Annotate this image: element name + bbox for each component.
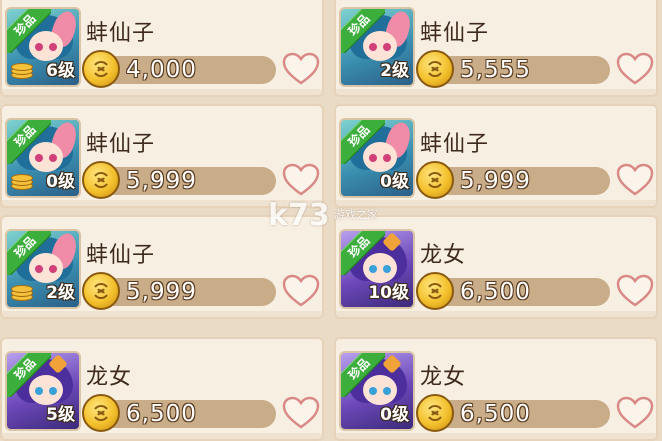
item-level: 2级 [46,283,75,303]
item-price: 5,555 [460,57,531,83]
coin-stack-icon [11,63,33,79]
character-portrait: 珍品 6级 [5,7,81,87]
coin-stack-icon [11,174,33,190]
rare-badge: 珍品 [7,120,51,164]
item-price: 4,000 [126,57,197,83]
item-name: 龙女 [420,365,467,390]
character-portrait: 珍品 5级 [5,351,81,431]
favorite-heart-icon[interactable] [282,396,320,430]
favorite-heart-icon[interactable] [616,274,654,308]
character-portrait: 珍品 0级 [339,118,415,198]
item-card[interactable]: 珍品 2级 蚌仙子 5,555 [334,0,658,97]
item-name: 龙女 [420,243,467,268]
favorite-heart-icon[interactable] [282,163,320,197]
item-name: 蚌仙子 [86,132,156,157]
site-watermark: k73 游戏之家 [268,198,398,238]
character-portrait: 珍品 2级 [339,7,415,87]
item-level: 0级 [46,172,75,192]
item-price: 5,999 [126,279,197,305]
character-portrait: 珍品 10级 [339,229,415,309]
item-price: 5,999 [460,168,531,194]
watermark-subtitle: 游戏之家 [334,208,378,221]
item-level: 6级 [46,61,75,81]
gold-coin-icon [82,50,120,88]
gold-coin-icon [416,272,454,310]
gold-coin-icon [416,394,454,432]
favorite-heart-icon[interactable] [616,163,654,197]
rare-badge: 珍品 [7,353,51,397]
item-name: 蚌仙子 [86,243,156,268]
item-card[interactable]: 珍品 6级 蚌仙子 4,000 [0,0,324,97]
item-price: 6,500 [460,279,531,305]
item-level: 0级 [380,405,409,425]
rare-badge: 珍品 [7,231,51,275]
character-portrait: 珍品 0级 [339,351,415,431]
item-price: 6,500 [460,401,531,427]
gold-coin-icon [82,394,120,432]
item-price: 5,999 [126,168,197,194]
rare-badge: 珍品 [341,9,385,53]
item-level: 2级 [380,61,409,81]
rare-badge: 珍品 [341,353,385,397]
coin-stack-icon [11,285,33,301]
gold-coin-icon [416,50,454,88]
gold-coin-icon [82,161,120,199]
gold-coin-icon [82,272,120,310]
favorite-heart-icon[interactable] [616,396,654,430]
item-name: 蚌仙子 [86,21,156,46]
watermark-logo-text: k73 [268,198,330,233]
item-card[interactable]: 珍品 0级 蚌仙子 5,999 [0,104,324,208]
character-portrait: 珍品 0级 [5,118,81,198]
character-portrait: 珍品 2级 [5,229,81,309]
item-level: 0级 [380,172,409,192]
item-level: 5级 [46,405,75,425]
favorite-heart-icon[interactable] [616,52,654,86]
item-level: 10级 [368,283,409,303]
item-name: 蚌仙子 [420,132,490,157]
gold-coin-icon [416,161,454,199]
item-name: 龙女 [86,365,133,390]
rare-badge: 珍品 [341,120,385,164]
rare-badge: 珍品 [7,9,51,53]
item-card[interactable]: 珍品 0级 蚌仙子 5,999 [334,104,658,208]
item-price: 6,500 [126,401,197,427]
item-card[interactable]: 珍品 5级 龙女 6,500 [0,337,324,441]
item-name: 蚌仙子 [420,21,490,46]
item-card[interactable]: 珍品 0级 龙女 6,500 [334,337,658,441]
favorite-heart-icon[interactable] [282,274,320,308]
favorite-heart-icon[interactable] [282,52,320,86]
